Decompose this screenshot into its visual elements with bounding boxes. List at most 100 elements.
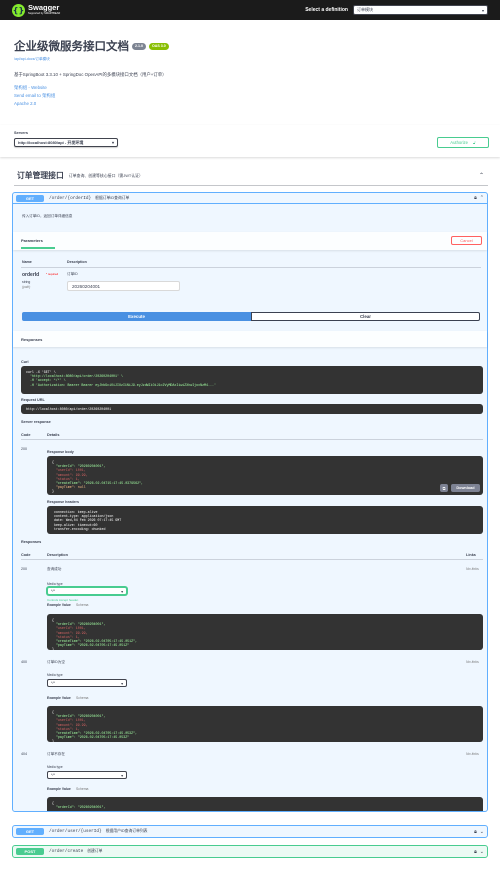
lock-icon[interactable]: 🔒︎ bbox=[474, 829, 477, 835]
chevron-down-icon[interactable]: ⌄ bbox=[480, 849, 484, 855]
schema-tab[interactable]: Schema bbox=[76, 696, 88, 700]
param-in: (path) bbox=[22, 285, 31, 289]
example-code-200[interactable]: { "orderId": "20260204001", "userId": 10… bbox=[47, 614, 483, 650]
code-line: } bbox=[52, 489, 54, 494]
license-link[interactable]: Apache 2.0 bbox=[14, 100, 484, 108]
code-line: transfer-encoding: chunked bbox=[52, 526, 106, 531]
tag-description: 订单查询、创建等核心接口（需JWT认证） bbox=[68, 172, 143, 178]
curl-code[interactable]: curl -X 'GET' \ 'http://localhost:8080/a… bbox=[21, 366, 483, 394]
method-badge: GET bbox=[16, 194, 44, 202]
operation-post-create-order[interactable]: POST /order/create 创建订单 🔒︎ ⌄ bbox=[12, 845, 488, 858]
operation-get-order: GET /order/{orderId} 根据订单ID查询订单 🔒︎ ⌃ 传入订… bbox=[12, 192, 488, 812]
logo-subtitle: Supported by SMARTBEAR bbox=[28, 11, 61, 15]
operation-path: /order/{orderId} bbox=[49, 195, 92, 201]
api-docs-url[interactable]: /api/api-docs/订单模块 bbox=[14, 57, 484, 62]
tag-order[interactable]: 订单管理接口 订单查询、创建等核心接口（需JWT认证） ⌃ bbox=[14, 166, 488, 186]
chevron-down-icon: ▾ bbox=[111, 140, 114, 145]
media-type-label: Media type bbox=[47, 765, 63, 769]
swagger-logo[interactable]: {} Swagger Supported by SMARTBEAR bbox=[12, 3, 61, 17]
schema-tab[interactable]: Schema bbox=[76, 603, 88, 607]
operation-path: /order/user/{userId} bbox=[49, 829, 102, 834]
operation-summary-text: 根据用户ID查询订单列表 bbox=[105, 829, 148, 833]
operation-get-user-orders[interactable]: GET /order/user/{userId} 根据用户ID查询订单列表 🔒︎… bbox=[12, 825, 488, 838]
live-response-code: 200 bbox=[21, 447, 27, 451]
response-headers-code[interactable]: connection: keep-alive content-type: app… bbox=[47, 506, 483, 534]
api-info: 企业级微服务接口文档 2.1.0 OAS 3.0 /api/api-docs/订… bbox=[14, 38, 484, 108]
example-code-400[interactable]: { "orderId": "20260204001", "userId": 10… bbox=[47, 706, 483, 742]
chevron-down-icon: ▾ bbox=[121, 773, 123, 778]
chevron-down-icon: ▾ bbox=[121, 589, 123, 594]
logo-name: Swagger bbox=[28, 3, 60, 13]
curl-line: -H 'Authorization: Bearer Bearer eyJhbGc… bbox=[26, 382, 216, 387]
server-response-label: Server response bbox=[21, 420, 51, 424]
operation-description: 传入订单ID，返回订单详细信息 bbox=[22, 214, 73, 218]
col-links: Links bbox=[466, 553, 476, 557]
parameters-header: Parameters Cancel bbox=[13, 232, 487, 250]
code-line: } bbox=[52, 739, 54, 742]
code-line: "payTime": "2026-02-04T05:17:45.053Z" bbox=[52, 735, 130, 740]
execute-button[interactable]: Execute bbox=[22, 312, 251, 321]
example-value-tab[interactable]: Example Value bbox=[47, 696, 71, 700]
download-button[interactable]: Download bbox=[451, 484, 480, 492]
api-title: 企业级微服务接口文档 bbox=[14, 41, 129, 53]
col-details: Details bbox=[47, 433, 60, 437]
chevron-up-icon[interactable]: ⌃ bbox=[479, 172, 484, 179]
chevron-down-icon: ▾ bbox=[121, 681, 123, 686]
col-description: Description bbox=[47, 553, 68, 557]
tag-name: 订单管理接口 bbox=[17, 171, 64, 180]
unlock-icon: 🔓︎ bbox=[472, 140, 476, 145]
code-line: "orderId": "20260204001", bbox=[52, 805, 106, 810]
example-value-tab[interactable]: Example Value bbox=[47, 603, 71, 607]
response-desc-400: 订单ID为空 bbox=[47, 660, 65, 664]
email-link[interactable]: Send email to 架构组 bbox=[14, 92, 484, 100]
tab-underline bbox=[21, 247, 55, 249]
definition-label: Select a definition bbox=[305, 7, 348, 13]
request-url[interactable]: http://localhost:8080/api/order/20260204… bbox=[21, 404, 483, 414]
servers-select[interactable]: http://localhost:8080/api - 开发环境 ▾ bbox=[14, 138, 118, 147]
responses-header: Responses bbox=[13, 331, 487, 347]
media-type-value: */* bbox=[51, 773, 56, 777]
media-type-select-400[interactable]: */* ▾ bbox=[47, 679, 127, 687]
example-value-tab[interactable]: Example Value bbox=[47, 787, 71, 791]
servers-label: Servers bbox=[14, 131, 28, 135]
servers-value: http://localhost:8080/api - 开发环境 bbox=[18, 139, 84, 145]
lock-icon[interactable]: 🔒︎ bbox=[474, 195, 477, 201]
response-body-code[interactable]: { "orderId": "20260204001", "userId": 10… bbox=[47, 456, 483, 495]
param-label: 订单ID bbox=[67, 272, 78, 276]
media-type-select-404[interactable]: */* ▾ bbox=[47, 771, 127, 779]
chevron-up-icon[interactable]: ⌃ bbox=[480, 195, 484, 201]
responses-title: Responses bbox=[21, 337, 43, 342]
copy-icon[interactable]: ⧉ bbox=[440, 484, 448, 492]
parameters-tab[interactable]: Parameters bbox=[21, 238, 43, 243]
method-badge: GET bbox=[16, 828, 44, 835]
code-line: } bbox=[52, 647, 54, 650]
clear-button[interactable]: Clear bbox=[251, 312, 480, 321]
media-type-select-200[interactable]: */* ▾ bbox=[47, 587, 127, 595]
swagger-logo-icon: {} bbox=[12, 3, 25, 17]
response-code-400: 400 bbox=[21, 660, 27, 664]
example-code-404[interactable]: { "orderId": "20260204001", bbox=[47, 797, 483, 811]
website-link[interactable]: 架构组 - Website bbox=[14, 84, 484, 92]
cancel-button[interactable]: Cancel bbox=[451, 236, 482, 245]
version-badge: 2.1.0 bbox=[132, 42, 146, 50]
controls-accept-note: Controls Accept header. bbox=[47, 598, 79, 602]
curl-label: Curl bbox=[21, 360, 29, 364]
schema-tab[interactable]: Schema bbox=[76, 787, 88, 791]
operation-summary[interactable]: GET /order/{orderId} 根据订单ID查询订单 🔒︎ ⌃ bbox=[13, 193, 487, 204]
param-required: * required bbox=[46, 272, 59, 276]
lock-icon[interactable]: 🔒︎ bbox=[474, 849, 477, 855]
response-desc-200: 查询成功 bbox=[47, 567, 62, 571]
media-type-value: */* bbox=[51, 589, 56, 593]
definition-select[interactable]: 订单模块 ▾ bbox=[353, 5, 488, 15]
chevron-down-icon[interactable]: ⌄ bbox=[480, 829, 484, 835]
servers-section: Servers http://localhost:8080/api - 开发环境… bbox=[0, 125, 500, 157]
response-desc-404: 订单不存在 bbox=[47, 752, 65, 756]
media-type-label: Media type bbox=[47, 673, 63, 677]
authorize-button[interactable]: Authorize 🔓︎ bbox=[437, 137, 489, 148]
definition-value: 订单模块 bbox=[357, 7, 373, 12]
response-code-404: 404 bbox=[21, 752, 27, 756]
no-links: No links bbox=[466, 567, 479, 571]
responses-label: Responses bbox=[21, 540, 42, 544]
col-description: Description bbox=[67, 260, 87, 264]
orderid-input[interactable]: 20260204001 bbox=[67, 281, 180, 291]
